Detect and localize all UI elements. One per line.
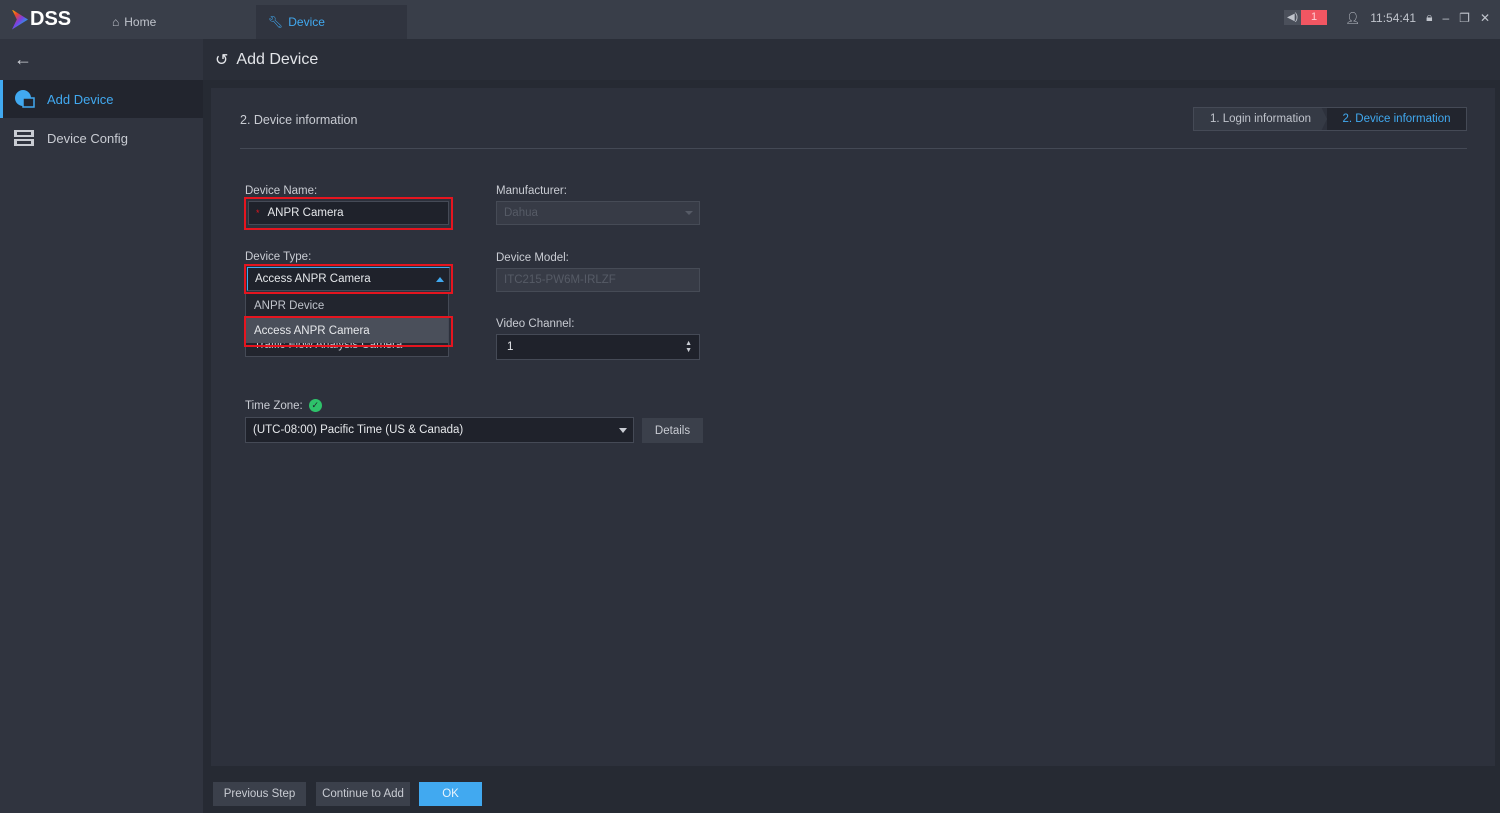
- device-info-panel: 2. Device information 1. Login informati…: [211, 88, 1495, 766]
- device-name-value: ANPR Camera: [267, 207, 344, 219]
- tab-home-label: Home: [124, 15, 157, 29]
- device-model-value: ITC215-PW6M-IRLZF: [504, 274, 616, 286]
- manufacturer-select: Dahua: [496, 201, 700, 225]
- device-model-label: Device Model:: [496, 252, 569, 264]
- stepper-arrows-icon[interactable]: ▲ ▼: [685, 340, 692, 354]
- previous-step-button[interactable]: Previous Step: [213, 782, 306, 806]
- home-icon: ⌂: [112, 15, 120, 29]
- details-button[interactable]: Details: [642, 418, 703, 443]
- step-indicator: 1. Login information 2. Device informati…: [1193, 107, 1467, 131]
- tab-home[interactable]: ⌂ Home: [100, 5, 250, 39]
- speaker-icon: ◀): [1284, 10, 1302, 25]
- highlight-box: [244, 316, 453, 347]
- sidebar-item-label: Add Device: [47, 91, 114, 107]
- step-device-information: 2. Device information: [1327, 108, 1466, 130]
- dss-logo: DSS: [12, 8, 71, 31]
- tab-device[interactable]: 🔧︎ Device: [256, 5, 407, 39]
- alarm-count: 1: [1301, 10, 1328, 25]
- lock-icon[interactable]: 🔒︎: [1426, 10, 1432, 25]
- time-zone-label: Time Zone:: [245, 399, 303, 412]
- clock: 11:54:41: [1370, 10, 1417, 25]
- sidebar: ← Add Device Device Config: [0, 39, 203, 813]
- sidebar-item-label: Device Config: [47, 130, 128, 146]
- manufacturer-value: Dahua: [504, 207, 538, 219]
- video-channel-label: Video Channel:: [496, 318, 575, 330]
- tab-device-label: Device: [288, 15, 325, 29]
- manufacturer-label: Manufacturer:: [496, 185, 567, 197]
- footer-bar: Previous Step Continue to Add OK: [203, 774, 1500, 813]
- check-circle-icon: ✓: [308, 399, 322, 412]
- video-channel-stepper[interactable]: 1 ▲ ▼: [496, 334, 700, 360]
- page-header: ↺ Add Device: [203, 39, 1500, 80]
- minimize-icon[interactable]: –: [1442, 11, 1449, 25]
- restore-icon[interactable]: ❐: [1459, 11, 1470, 25]
- undo-back-icon[interactable]: ↺: [215, 50, 228, 70]
- caret-down-icon: [619, 427, 627, 433]
- caret-up-icon: [436, 276, 444, 282]
- user-icon[interactable]: 👤︎: [1345, 11, 1360, 25]
- device-config-icon: [13, 128, 35, 148]
- device-type-value: Access ANPR Camera: [255, 273, 371, 285]
- page-title: Add Device: [236, 50, 319, 68]
- system-bar: ◀) 1 👤︎ 11:54:41 🔒︎ – ❐ ✕: [1284, 10, 1490, 25]
- video-channel-value: 1: [507, 341, 514, 353]
- add-device-icon: [13, 89, 35, 109]
- alarm-button[interactable]: ◀) 1: [1284, 10, 1328, 25]
- step-login-information[interactable]: 1. Login information: [1194, 108, 1327, 130]
- device-type-select[interactable]: Access ANPR Camera: [247, 267, 450, 291]
- back-arrow-icon[interactable]: ←: [14, 49, 32, 70]
- continue-to-add-button[interactable]: Continue to Add: [316, 782, 410, 806]
- divider: [240, 148, 1467, 149]
- device-name-input[interactable]: * ANPR Camera: [248, 201, 449, 225]
- section-title: 2. Device information: [240, 113, 358, 127]
- device-name-label: Device Name:: [245, 185, 318, 197]
- option-anpr-device[interactable]: ANPR Device: [246, 293, 448, 318]
- time-zone-label-row: Time Zone: ✓: [245, 399, 322, 412]
- ok-button[interactable]: OK: [419, 782, 482, 806]
- top-bar: DSS ⌂ Home 🔧︎ Device ◀) 1 👤︎ 11:54:41 🔒︎ – …: [0, 0, 1500, 39]
- wrench-icon: 🔧︎: [268, 15, 284, 29]
- device-model-input: ITC215-PW6M-IRLZF: [496, 268, 700, 292]
- sidebar-item-add-device[interactable]: Add Device: [0, 80, 203, 118]
- device-type-label: Device Type:: [245, 251, 312, 263]
- caret-down-icon: [685, 211, 693, 215]
- sidebar-item-device-config[interactable]: Device Config: [0, 119, 203, 157]
- required-mark: *: [256, 208, 260, 218]
- time-zone-select[interactable]: (UTC-08:00) Pacific Time (US & Canada): [245, 417, 634, 443]
- logo-text: DSS: [30, 8, 72, 30]
- time-zone-value: (UTC-08:00) Pacific Time (US & Canada): [253, 424, 464, 436]
- close-icon[interactable]: ✕: [1480, 11, 1490, 25]
